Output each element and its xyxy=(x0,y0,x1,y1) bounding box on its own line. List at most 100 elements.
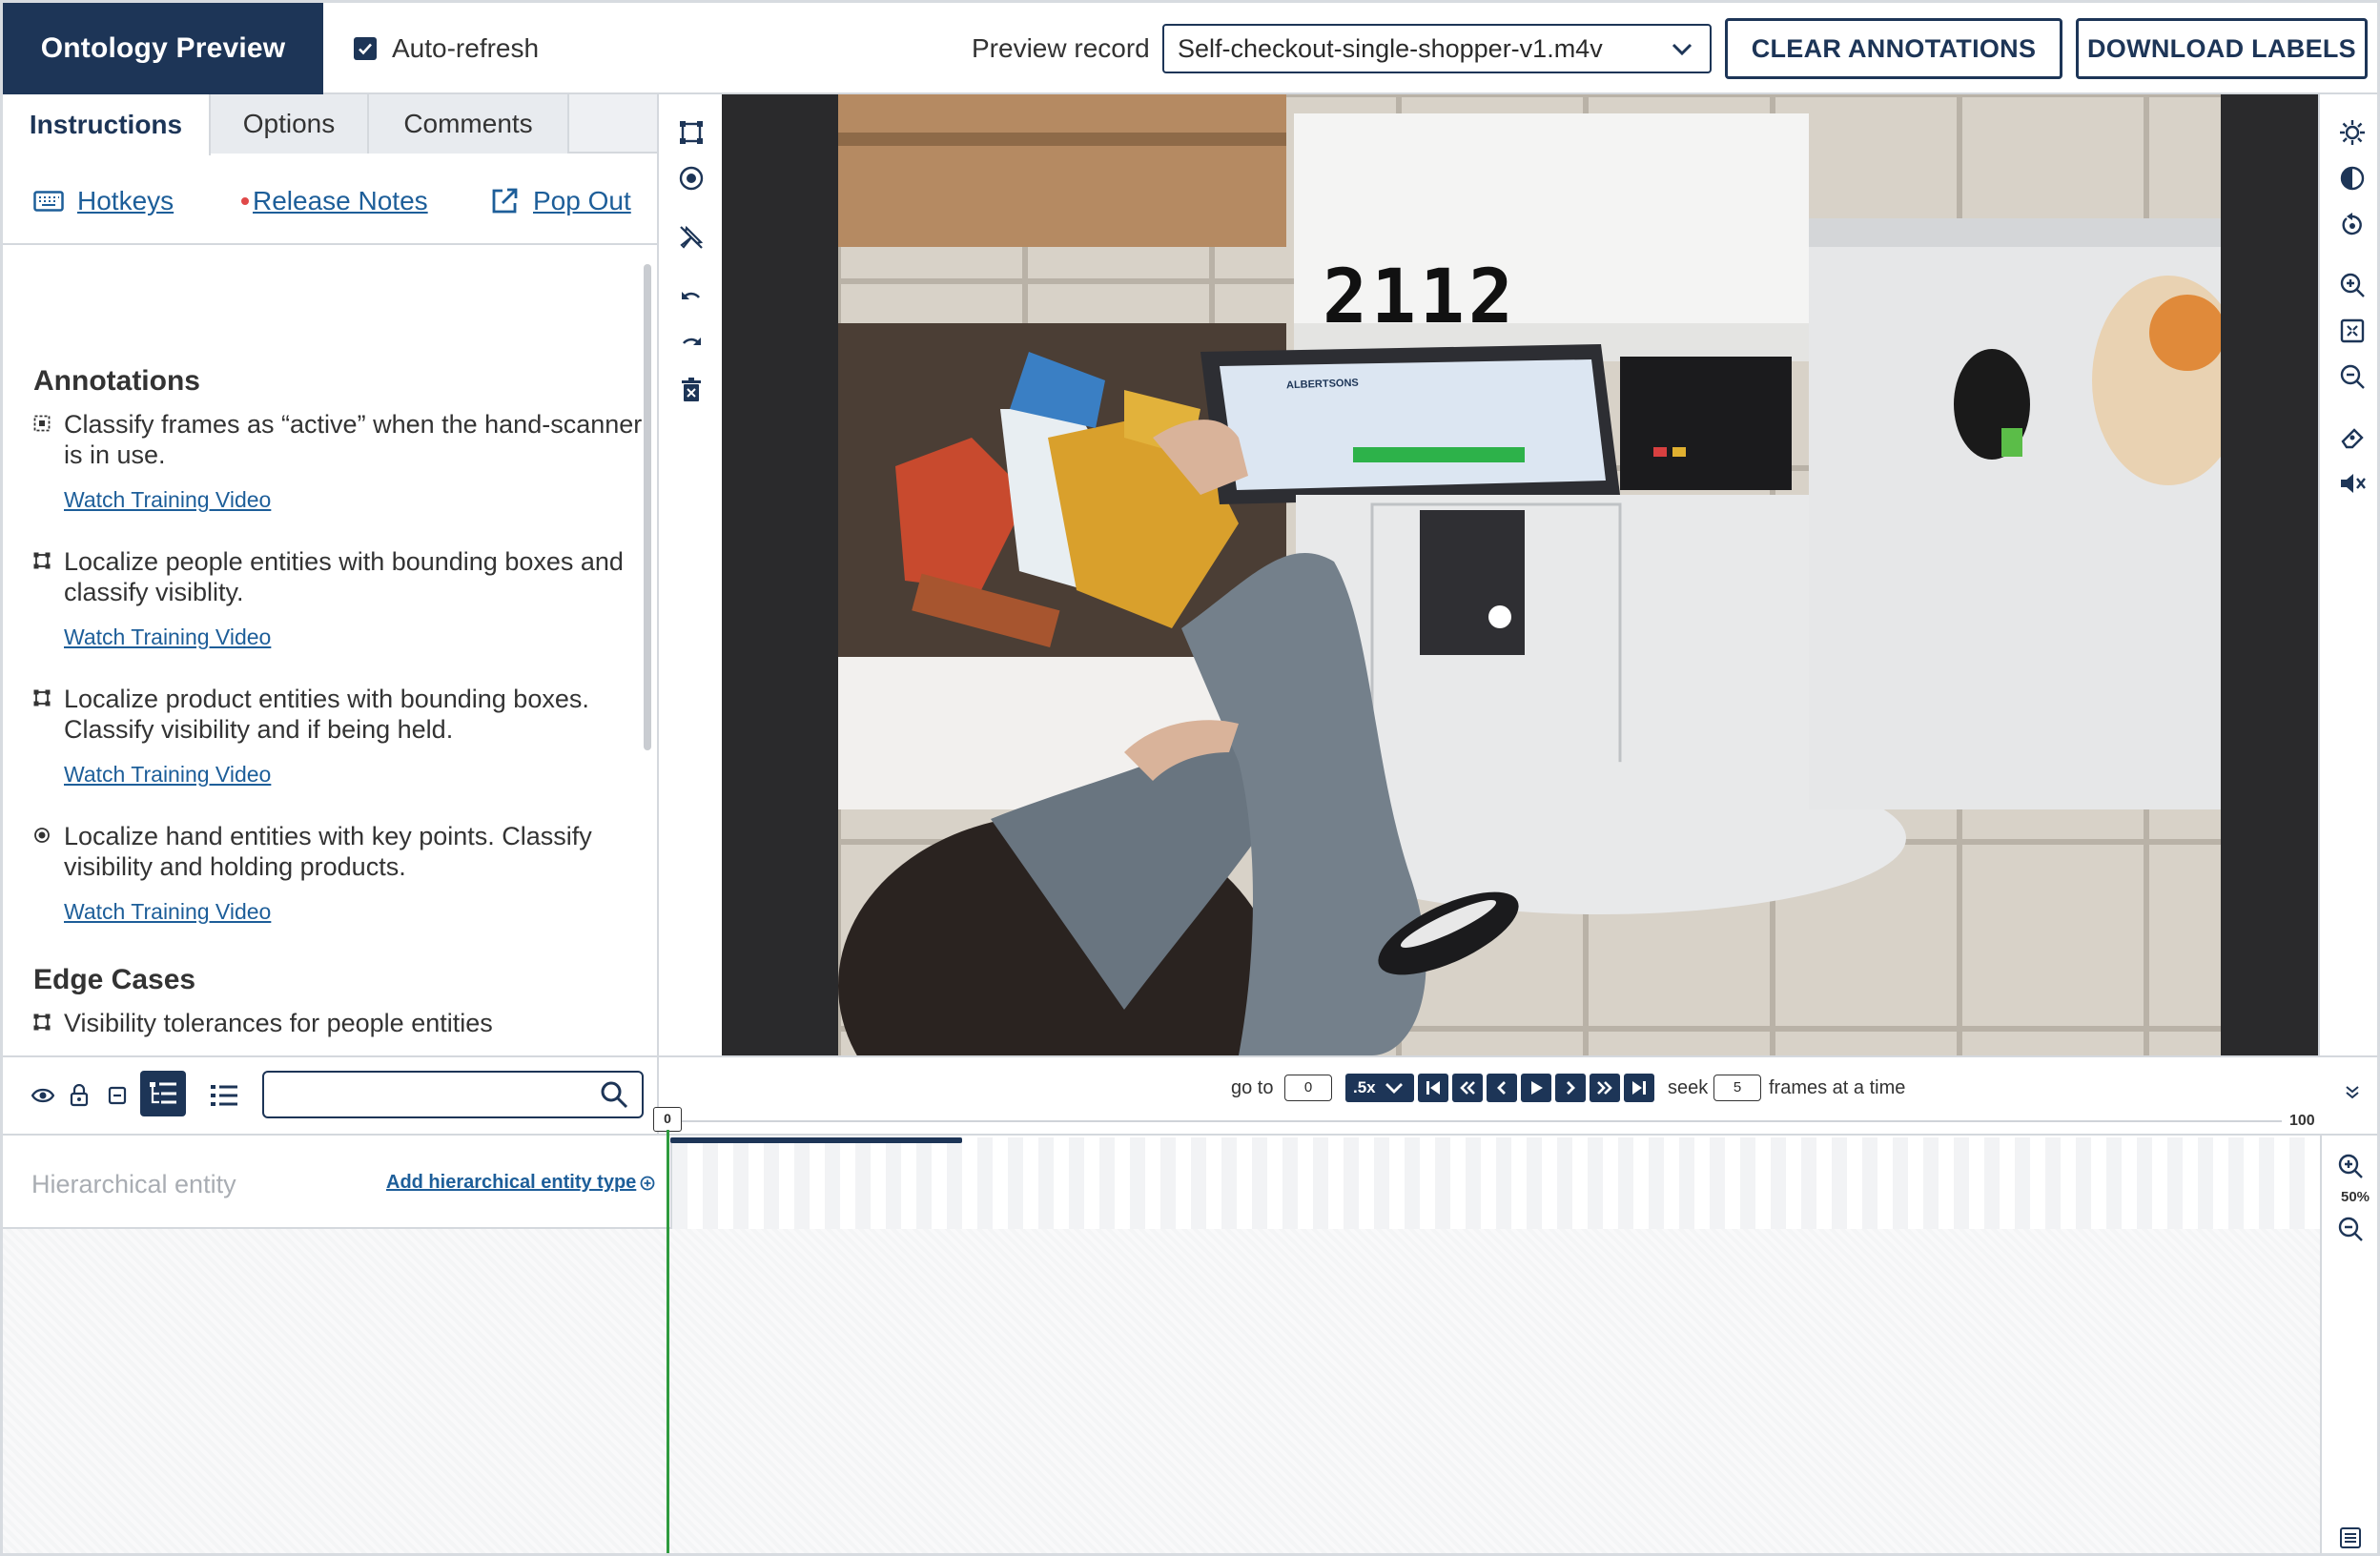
last-frame-button[interactable] xyxy=(1624,1074,1654,1102)
frame-track[interactable] xyxy=(670,1137,2320,1229)
pop-out-link[interactable]: Pop Out xyxy=(489,186,631,216)
brightness-button[interactable] xyxy=(2337,117,2368,148)
undo-button[interactable] xyxy=(676,283,707,314)
eraser-icon xyxy=(2341,428,2364,449)
release-notes-label: Release Notes xyxy=(253,186,428,215)
pin-tool[interactable] xyxy=(676,222,707,253)
keyboard-icon xyxy=(33,191,64,212)
training-video-link[interactable]: Watch Training Video xyxy=(64,487,271,513)
annotations-heading: Annotations xyxy=(33,365,200,397)
panel-links: Hotkeys Release Notes Pop Out xyxy=(3,154,657,245)
collapse-icon xyxy=(108,1086,127,1105)
tree-view-toggle[interactable] xyxy=(140,1071,186,1116)
zoom-out-icon xyxy=(2340,364,2365,389)
visibility-toggle[interactable] xyxy=(28,1080,58,1111)
seek-input[interactable]: 5 xyxy=(1713,1075,1761,1101)
rotate-button[interactable] xyxy=(2337,209,2368,239)
hotkeys-link[interactable]: Hotkeys xyxy=(33,186,174,216)
instructions-scrollbar[interactable] xyxy=(644,264,651,750)
fast-forward-button[interactable] xyxy=(1590,1074,1620,1102)
redo-button[interactable] xyxy=(676,329,707,359)
timeline-start-marker[interactable]: 0 xyxy=(653,1107,682,1132)
auto-refresh-toggle[interactable]: Auto-refresh xyxy=(354,31,539,66)
contrast-button[interactable] xyxy=(2337,163,2368,194)
video-frame[interactable]: 2112 ALBERTSONS xyxy=(838,94,2221,1055)
tab-instructions[interactable]: Instructions xyxy=(3,94,211,155)
keypoint-tool[interactable] xyxy=(676,163,707,194)
zoom-in-button[interactable] xyxy=(2337,270,2368,300)
fit-screen-icon xyxy=(2340,318,2365,343)
double-chevron-left-icon xyxy=(1460,1081,1475,1095)
chevron-left-icon xyxy=(1497,1081,1506,1095)
collapse-toggle[interactable] xyxy=(102,1080,133,1111)
trash-icon xyxy=(682,378,701,401)
tab-comments[interactable]: Comments xyxy=(369,94,569,154)
redo-icon xyxy=(682,338,701,345)
zoom-in-icon[interactable] xyxy=(2337,1153,2364,1179)
undo-icon xyxy=(682,292,701,299)
add-label: Add hierarchical entity type xyxy=(386,1172,637,1193)
speed-value: .5x xyxy=(1353,1078,1376,1096)
eraser-button[interactable] xyxy=(2337,422,2368,453)
download-labels-button[interactable]: DOWNLOAD LABELS xyxy=(2076,18,2368,79)
search-icon[interactable] xyxy=(600,1080,628,1109)
bounding-box-icon xyxy=(680,121,703,144)
notes-icon[interactable] xyxy=(2339,1526,2362,1549)
delete-button[interactable] xyxy=(676,375,707,405)
playhead[interactable] xyxy=(667,1130,669,1553)
bounding-box-icon xyxy=(33,552,51,569)
next-frame-button[interactable] xyxy=(1555,1074,1586,1102)
bounding-box-tool[interactable] xyxy=(676,117,707,148)
lock-toggle[interactable] xyxy=(64,1080,94,1111)
app-window: Ontology Preview Auto-refresh Preview re… xyxy=(0,0,2380,1556)
clear-annotations-button[interactable]: CLEAR ANNOTATIONS xyxy=(1725,18,2062,79)
pin-off-icon xyxy=(680,225,704,249)
mute-button[interactable] xyxy=(2337,468,2368,499)
skip-to-end-icon xyxy=(1632,1081,1646,1095)
training-video-link[interactable]: Watch Training Video xyxy=(64,899,271,925)
playback-controls: go to 0 .5x seek 5 frames at a time xyxy=(661,1057,2377,1134)
training-video-link[interactable]: Watch Training Video xyxy=(64,624,271,650)
tab-options[interactable]: Options xyxy=(211,94,369,154)
instruction-text: Localize hand entities with key points. … xyxy=(64,822,592,881)
annotation-canvas[interactable]: 2112 ALBERTSONS xyxy=(722,94,2318,1055)
zoom-out-icon[interactable] xyxy=(2337,1216,2364,1242)
edge-cases-heading: Edge Cases xyxy=(33,964,196,995)
goto-input[interactable]: 0 xyxy=(1284,1075,1332,1101)
speed-select[interactable]: .5x xyxy=(1345,1074,1414,1102)
contrast-icon xyxy=(2340,166,2365,191)
instruction-text: Localize people entities with bounding b… xyxy=(64,547,624,606)
zoom-out-button[interactable] xyxy=(2337,361,2368,392)
rewind-button[interactable] xyxy=(1452,1074,1483,1102)
hierarchical-entity-row: Hierarchical entity Add hierarchical ent… xyxy=(3,1134,2377,1229)
release-notes-link[interactable]: Release Notes xyxy=(241,186,428,216)
eye-icon xyxy=(31,1088,54,1103)
seek-suffix: frames at a time xyxy=(1769,1077,1906,1098)
preview-record-value: Self-checkout-single-shopper-v1.m4v xyxy=(1178,33,1603,63)
rotate-icon xyxy=(2342,213,2362,235)
chevron-down-icon xyxy=(1672,43,1693,56)
entity-toolbar xyxy=(3,1057,659,1134)
list-view-toggle[interactable] xyxy=(209,1080,239,1111)
collapse-timeline-icon[interactable] xyxy=(2343,1082,2362,1101)
empty-timeline-area xyxy=(3,1229,2320,1553)
timeline-zoom-controls: 50% xyxy=(2320,1136,2377,1553)
lock-icon xyxy=(70,1084,89,1107)
timeline-end-label: 100 xyxy=(2289,1113,2315,1129)
timeline-ruler[interactable] xyxy=(670,1120,2282,1122)
play-button[interactable] xyxy=(1521,1074,1551,1102)
training-video-link[interactable]: Watch Training Video xyxy=(64,762,271,788)
play-icon xyxy=(1531,1081,1543,1095)
entity-search-input[interactable] xyxy=(262,1071,644,1118)
first-frame-button[interactable] xyxy=(1418,1074,1448,1102)
auto-refresh-checkbox[interactable] xyxy=(354,37,377,60)
annotation-tools xyxy=(661,94,722,1055)
instructions-content: Annotations Classify frames as “active” … xyxy=(3,247,644,1055)
timeline-progress xyxy=(670,1137,962,1143)
previous-frame-button[interactable] xyxy=(1487,1074,1517,1102)
fit-screen-button[interactable] xyxy=(2337,316,2368,346)
add-hierarchical-entity-button[interactable]: Add hierarchical entity type xyxy=(386,1172,655,1194)
instructions-panel: Instructions Options Comments Hotkeys Re… xyxy=(3,94,659,1055)
brightness-icon xyxy=(2340,120,2365,145)
preview-record-select[interactable]: Self-checkout-single-shopper-v1.m4v xyxy=(1162,24,1712,73)
